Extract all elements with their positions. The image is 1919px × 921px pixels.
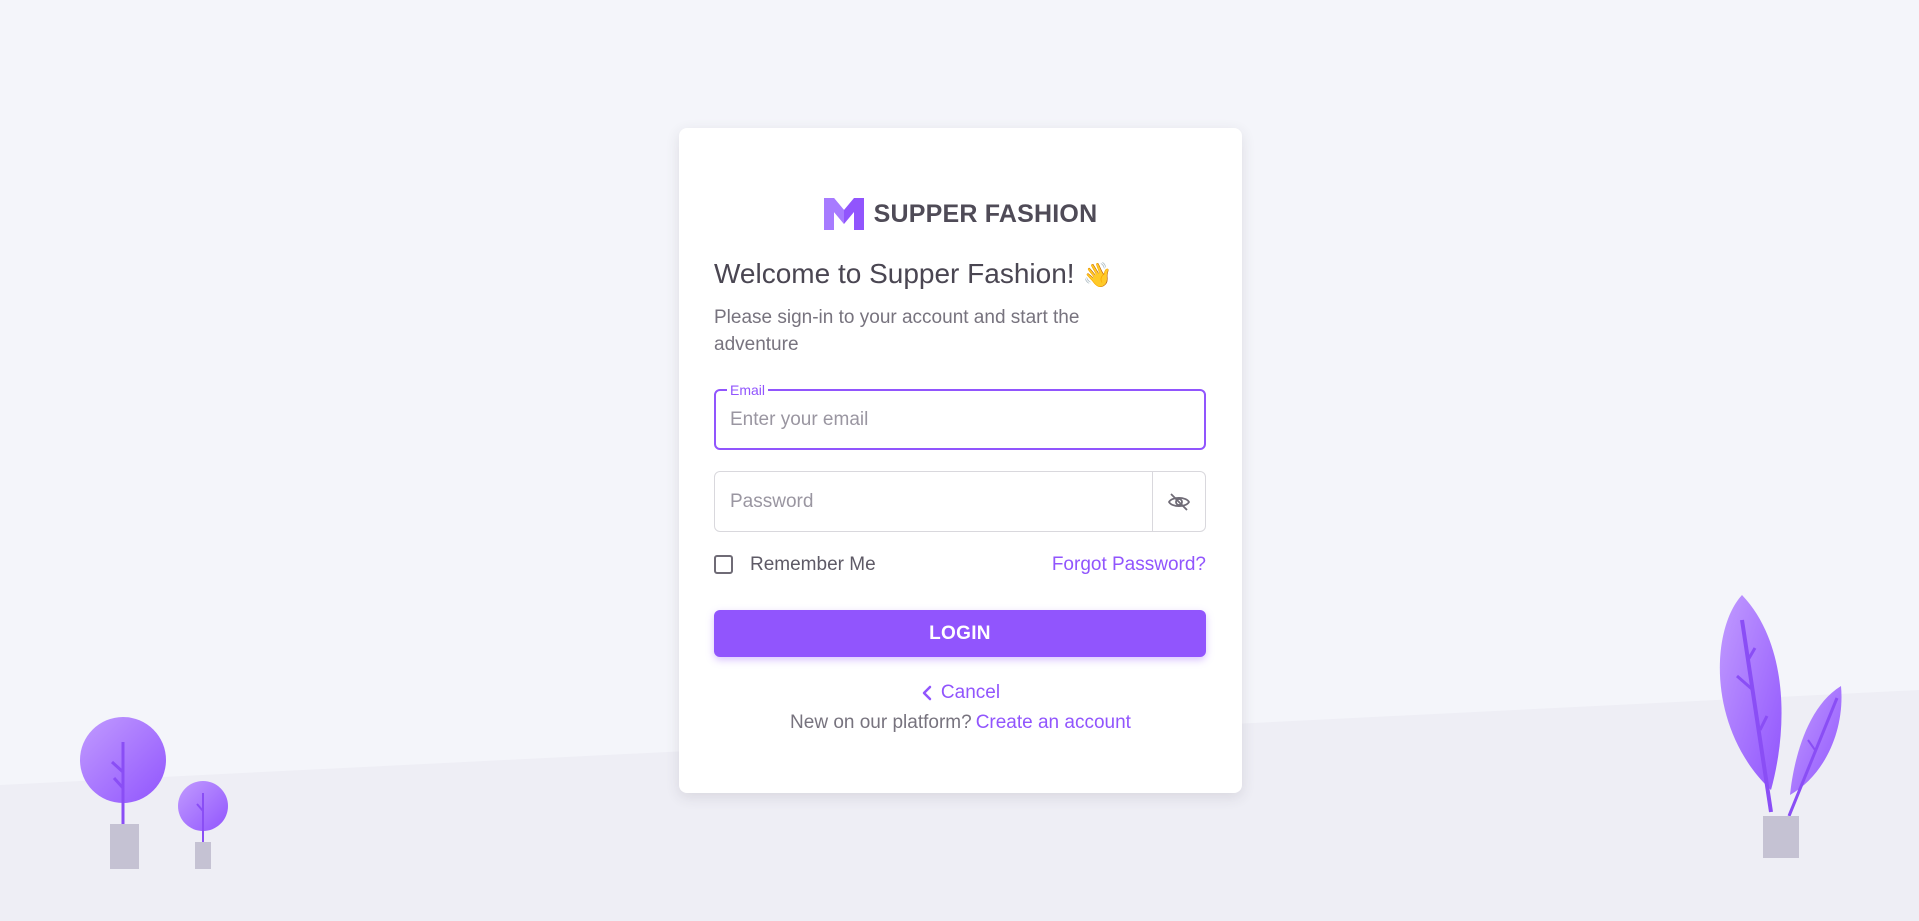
login-card: SUPPER FASHION Welcome to Supper Fashion… — [679, 128, 1242, 793]
signup-prompt: New on our platform? — [790, 712, 972, 733]
forgot-password-link[interactable]: Forgot Password? — [1052, 553, 1206, 577]
cancel-label: Cancel — [940, 682, 1001, 703]
brand-name: SUPPER FASHION — [873, 199, 1098, 228]
cancel-link[interactable]: Cancel — [679, 681, 1242, 708]
signup-row: New on our platform? Create an account — [679, 711, 1242, 735]
waving-hand-icon: 👋 — [1082, 262, 1113, 289]
password-field — [714, 471, 1206, 532]
chevron-left-icon — [922, 685, 932, 701]
brand-header: SUPPER FASHION — [679, 196, 1242, 232]
welcome-title-text: Welcome to Supper Fashion! — [714, 258, 1075, 289]
plant-decoration-right — [1719, 595, 1842, 858]
login-button[interactable]: LOGIN — [714, 610, 1206, 657]
remember-me-checkbox[interactable] — [714, 555, 733, 574]
tree-decoration-left — [80, 717, 228, 869]
remember-row: Remember Me Forgot Password? — [714, 553, 1206, 579]
eye-off-icon — [1167, 492, 1191, 511]
email-input[interactable] — [730, 391, 1170, 448]
m-logo-icon — [823, 198, 864, 230]
welcome-title: Welcome to Supper Fashion! 👋 — [714, 258, 1112, 290]
welcome-subtitle: Please sign-in to your account and start… — [714, 307, 1080, 355]
create-account-link[interactable]: Create an account — [976, 712, 1131, 733]
password-visibility-toggle[interactable] — [1152, 472, 1205, 531]
password-input[interactable] — [730, 472, 1130, 531]
remember-me-label[interactable]: Remember Me — [750, 553, 876, 577]
email-field: Email — [714, 382, 1206, 450]
